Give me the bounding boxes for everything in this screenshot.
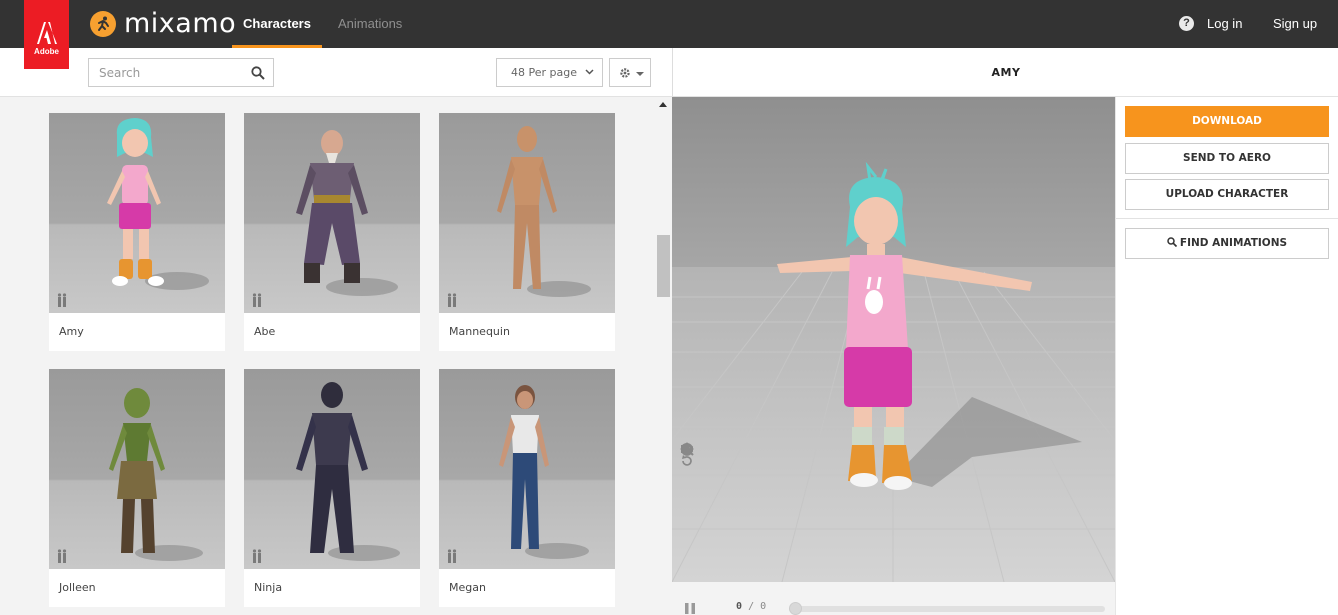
reset-icon[interactable] xyxy=(680,454,694,468)
skeleton-badge-icon xyxy=(447,293,457,307)
login-link[interactable]: Log in xyxy=(1207,0,1242,48)
character-name: Mannequin xyxy=(439,313,615,351)
character-thumbnail xyxy=(244,113,420,313)
tab-animations[interactable]: Animations xyxy=(338,0,402,48)
frame-current: 0 xyxy=(736,601,743,612)
character-grid: Amy Abe Mannequin Jolleen Ninja Megan xyxy=(0,97,672,615)
character-3d-viewport[interactable] xyxy=(672,97,1115,582)
frame-separator: / xyxy=(748,601,755,612)
mixamo-logo[interactable]: mixamo xyxy=(90,9,236,39)
search-icon xyxy=(1167,237,1177,247)
camera-icon[interactable] xyxy=(680,442,694,456)
viewport-scene xyxy=(672,97,1115,582)
grid-scrollbar[interactable] xyxy=(655,97,672,615)
timeline-slider-track[interactable] xyxy=(789,606,1105,612)
character-toolbar: 48 Per page xyxy=(0,48,672,97)
frame-counter: 0 / 0 xyxy=(736,601,766,612)
skeleton-badge-icon xyxy=(252,549,262,563)
panel-divider xyxy=(1116,218,1338,219)
character-thumbnail xyxy=(49,369,225,569)
per-page-value: 48 Per page xyxy=(511,66,577,79)
top-navbar: Adobe mixamo Characters Animations ? Log… xyxy=(0,0,1338,69)
per-page-select[interactable]: 48 Per page xyxy=(496,58,603,87)
adobe-label: Adobe xyxy=(34,47,59,56)
skeleton-badge-icon xyxy=(447,549,457,563)
actions-panel: DOWNLOAD SEND TO AERO UPLOAD CHARACTER F… xyxy=(1115,97,1338,615)
chevron-down-icon xyxy=(585,69,594,75)
character-name: Abe xyxy=(244,313,420,351)
gear-icon xyxy=(620,68,630,78)
search-box xyxy=(88,58,274,87)
skeleton-badge-icon xyxy=(57,549,67,563)
send-to-aero-button[interactable]: SEND TO AERO xyxy=(1125,143,1329,174)
selected-character-title: AMY xyxy=(991,66,1021,79)
character-name: Amy xyxy=(49,313,225,351)
upload-character-button[interactable]: UPLOAD CHARACTER xyxy=(1125,179,1329,210)
frame-total: 0 xyxy=(760,601,767,612)
find-animations-button[interactable]: FIND ANIMATIONS xyxy=(1125,228,1329,259)
download-button[interactable]: DOWNLOAD xyxy=(1125,106,1329,137)
scroll-up-arrow-icon[interactable] xyxy=(659,102,667,107)
mixamo-logo-icon xyxy=(90,11,116,37)
character-name: Megan xyxy=(439,569,615,607)
search-icon[interactable] xyxy=(251,66,265,80)
character-name: Jolleen xyxy=(49,569,225,607)
animation-timeline: 0 / 0 xyxy=(672,582,1115,615)
character-thumbnail xyxy=(49,113,225,313)
help-icon[interactable]: ? xyxy=(1179,16,1194,31)
skeleton-badge-icon xyxy=(57,293,67,307)
character-thumbnail xyxy=(244,369,420,569)
character-name: Ninja xyxy=(244,569,420,607)
caret-down-icon xyxy=(636,72,644,76)
scrollbar-thumb[interactable] xyxy=(657,235,670,297)
adobe-mark-icon xyxy=(37,22,57,44)
pause-icon[interactable] xyxy=(685,603,695,614)
character-thumbnail xyxy=(439,113,615,313)
settings-dropdown-button[interactable] xyxy=(609,58,651,87)
signup-link[interactable]: Sign up xyxy=(1273,0,1317,48)
timeline-slider-knob[interactable] xyxy=(789,602,802,615)
find-animations-label: FIND ANIMATIONS xyxy=(1179,237,1288,249)
adobe-logo[interactable]: Adobe xyxy=(24,0,69,69)
tab-characters-label: Characters xyxy=(243,16,311,31)
character-thumbnail xyxy=(439,369,615,569)
brand-name: mixamo xyxy=(124,8,237,39)
skeleton-badge-icon xyxy=(252,293,262,307)
tab-animations-label: Animations xyxy=(338,16,403,31)
viewer-header: AMY xyxy=(672,48,1338,97)
tab-characters[interactable]: Characters xyxy=(232,0,322,48)
search-input[interactable] xyxy=(89,59,244,86)
